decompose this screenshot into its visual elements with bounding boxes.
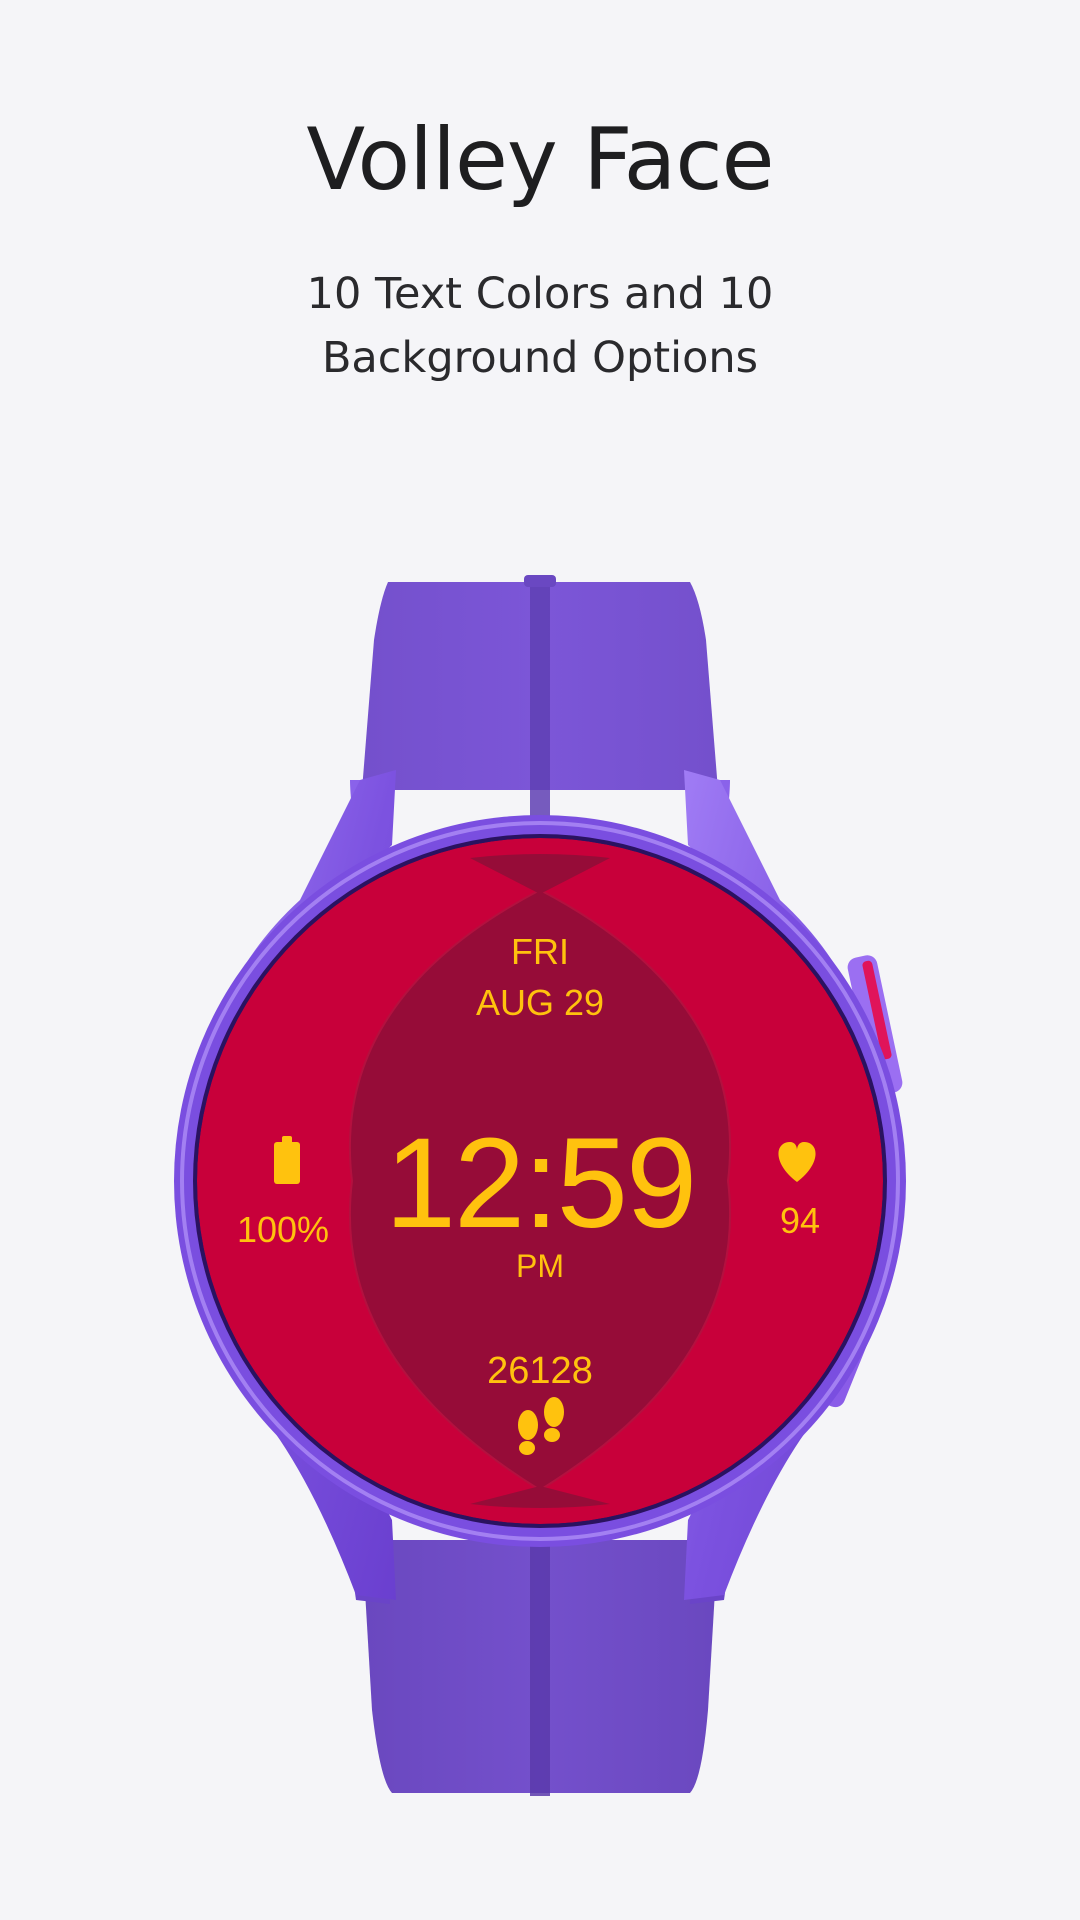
battery-icon xyxy=(274,1136,300,1184)
time-display: 12:59 xyxy=(384,1112,697,1255)
heart-rate-value: 94 xyxy=(779,1200,821,1241)
day-label: FRI xyxy=(511,931,569,972)
bottom-band xyxy=(362,1530,718,1796)
ampm-label: PM xyxy=(516,1248,564,1284)
battery-value: 100% xyxy=(236,1209,330,1250)
top-band xyxy=(362,575,718,825)
date-label: AUG 29 xyxy=(475,982,605,1023)
steps-value: 26128 xyxy=(487,1350,593,1392)
